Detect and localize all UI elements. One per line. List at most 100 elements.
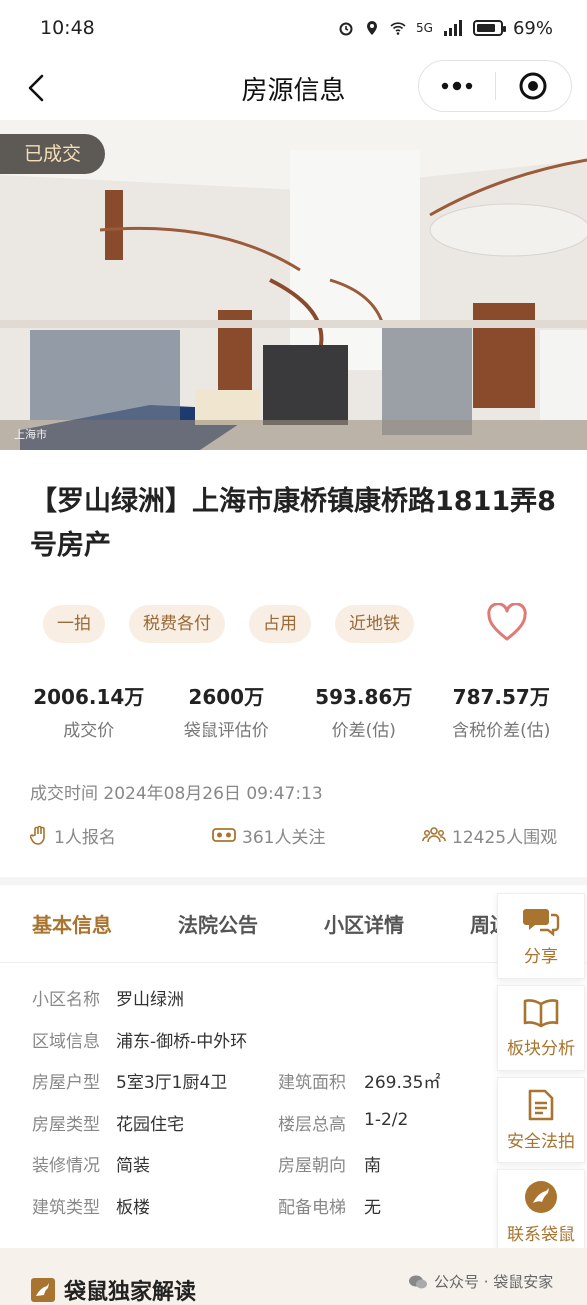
- tab-court-notice[interactable]: 法院公告: [178, 909, 258, 938]
- info-row-community: 小区名称 罗山绿洲: [32, 985, 482, 1027]
- stat-value: 2600万: [188, 685, 265, 709]
- back-button[interactable]: [18, 70, 54, 106]
- more-dots-icon: [441, 81, 473, 91]
- nav-bar: 房源信息: [0, 56, 587, 120]
- wifi-icon: [390, 22, 406, 35]
- info-value: 无: [364, 1197, 381, 1218]
- info-row-layout: 房屋户型 5室3厅1厨4卫 建筑面积 269.35㎡: [32, 1068, 482, 1110]
- info-value: 南: [364, 1156, 381, 1176]
- stat-value: 2006.14万: [33, 685, 145, 709]
- stat-price-gap: 593.86万 价差(估): [295, 682, 433, 741]
- stat-label: 袋鼠评估价: [183, 721, 269, 741]
- viewers-count: 12425人围观: [452, 827, 558, 848]
- people-icon: [422, 827, 446, 843]
- document-icon: [528, 1089, 554, 1120]
- kangaroo-brand-icon: [31, 1278, 55, 1302]
- info-row-type: 房屋类型 花园住宅 楼层总高 1-2/2: [32, 1110, 482, 1152]
- favorite-button[interactable]: [486, 602, 528, 643]
- info-value: 5室3厅1厨4卫: [116, 1073, 228, 1093]
- stat-label: 成交价: [63, 721, 115, 741]
- info-label: 小区名称: [32, 990, 100, 1010]
- chevron-left-icon: [28, 74, 44, 102]
- signups-count: 1人报名: [54, 827, 116, 848]
- book-icon: [523, 998, 559, 1027]
- stat-tax-price-gap: 787.57万 含税价差(估): [433, 682, 571, 741]
- close-miniapp-button[interactable]: [496, 61, 571, 111]
- floating-actions: 分享 板块分析 安全法拍 联系袋鼠: [497, 893, 587, 1261]
- info-value: 269.35㎡: [364, 1073, 441, 1093]
- info-label: 楼层总高: [278, 1114, 346, 1135]
- stat-value: 593.86万: [315, 685, 413, 709]
- wechat-icon: [409, 1275, 427, 1288]
- miniapp-capsule: [418, 60, 572, 112]
- tab-basic-info[interactable]: 基本信息: [32, 909, 112, 938]
- info-value: 简装: [116, 1156, 150, 1176]
- more-button[interactable]: [419, 61, 495, 111]
- stat-deal-price: 2006.14万 成交价: [20, 682, 158, 741]
- info-value: 1-2/2: [364, 1109, 409, 1130]
- kangaroo-logo-icon: [525, 1180, 557, 1213]
- battery-percent: 69%: [512, 17, 553, 39]
- followers: 361人关注: [212, 820, 325, 850]
- safe-auction-label: 安全法拍: [507, 1131, 575, 1152]
- info-label: 建筑类型: [32, 1197, 100, 1218]
- area-analysis-button[interactable]: 板块分析: [497, 985, 585, 1071]
- stat-appraisal: 2600万 袋鼠评估价: [158, 682, 296, 741]
- area-analysis-label: 板块分析: [507, 1038, 575, 1059]
- info-row-decoration: 装修情况 简装 房屋朝向 南: [32, 1151, 482, 1193]
- info-value: 罗山绿洲: [116, 990, 184, 1010]
- info-label: 区域信息: [32, 1031, 100, 1052]
- engagement-row: 1人报名 361人关注 12425人围观: [30, 820, 560, 850]
- tab-community-details[interactable]: 小区详情: [324, 909, 404, 938]
- status-bar: 10:48 5G 69%: [0, 0, 587, 56]
- location-icon: [367, 21, 378, 35]
- viewers: 12425人围观: [422, 820, 557, 850]
- status-badge: 已成交: [0, 134, 106, 174]
- alarm-icon: [339, 22, 353, 36]
- safe-auction-button[interactable]: 安全法拍: [497, 1077, 585, 1163]
- signal-icon: [443, 20, 462, 36]
- hand-icon: [30, 825, 45, 845]
- vr-glasses-icon: [212, 828, 236, 842]
- photo-location-watermark: 上海市: [14, 428, 47, 441]
- info-value: 浦东-御桥-中外环: [116, 1031, 248, 1052]
- signups: 1人报名: [30, 820, 116, 850]
- followers-count: 361人关注: [242, 827, 326, 848]
- status-time: 10:48: [40, 17, 95, 39]
- battery-icon: [472, 20, 506, 36]
- section-divider: [0, 877, 587, 885]
- tag-tax: 税费各付: [129, 605, 225, 643]
- target-icon: [519, 72, 547, 100]
- deal-time: 成交时间 2024年08月26日 09:47:13: [30, 784, 323, 804]
- info-label: 配备电梯: [278, 1197, 346, 1218]
- info-label: 房屋户型: [32, 1073, 100, 1093]
- price-stats: 2006.14万 成交价 2600万 袋鼠评估价 593.86万 价差(估) 7…: [20, 682, 570, 741]
- property-photo[interactable]: 已成交 上海市: [0, 120, 587, 450]
- info-label: 房屋类型: [32, 1114, 100, 1135]
- stat-label: 价差(估): [331, 721, 396, 741]
- info-label: 建筑面积: [278, 1073, 346, 1093]
- tag-occupied: 占用: [249, 605, 311, 643]
- share-label: 分享: [524, 946, 558, 967]
- tag-near-metro: 近地铁: [335, 605, 414, 643]
- contact-label: 联系袋鼠: [507, 1224, 575, 1245]
- stat-label: 含税价差(估): [452, 721, 551, 741]
- property-title: 【罗山绿洲】上海市康桥镇康桥路1811弄8号房产: [30, 486, 556, 561]
- property-tags: 一拍 税费各付 占用 近地铁: [43, 605, 414, 643]
- info-row-region: 区域信息 浦东-御桥-中外环: [32, 1027, 482, 1069]
- basic-info-grid: 小区名称 罗山绿洲 区域信息 浦东-御桥-中外环 房屋户型 5室3厅1厨4卫 建…: [32, 985, 482, 1234]
- tag-auction-round: 一拍: [43, 605, 105, 643]
- info-value: 花园住宅: [116, 1114, 184, 1135]
- contact-button[interactable]: 联系袋鼠: [497, 1169, 585, 1255]
- info-label: 装修情况: [32, 1156, 100, 1176]
- watermark-text: 公众号 · 袋鼠安家: [434, 1273, 554, 1291]
- network-type: 5G: [416, 21, 433, 35]
- exclusive-heading: 袋鼠独家解读: [30, 1274, 196, 1305]
- heart-icon: [487, 602, 527, 641]
- info-row-building: 建筑类型 板楼 配备电梯 无: [32, 1193, 482, 1235]
- status-icons: 5G 69%: [338, 18, 553, 39]
- exclusive-title: 袋鼠独家解读: [64, 1280, 197, 1305]
- stat-value: 787.57万: [452, 685, 550, 709]
- share-button[interactable]: 分享: [497, 893, 585, 979]
- info-value: 板楼: [116, 1197, 150, 1218]
